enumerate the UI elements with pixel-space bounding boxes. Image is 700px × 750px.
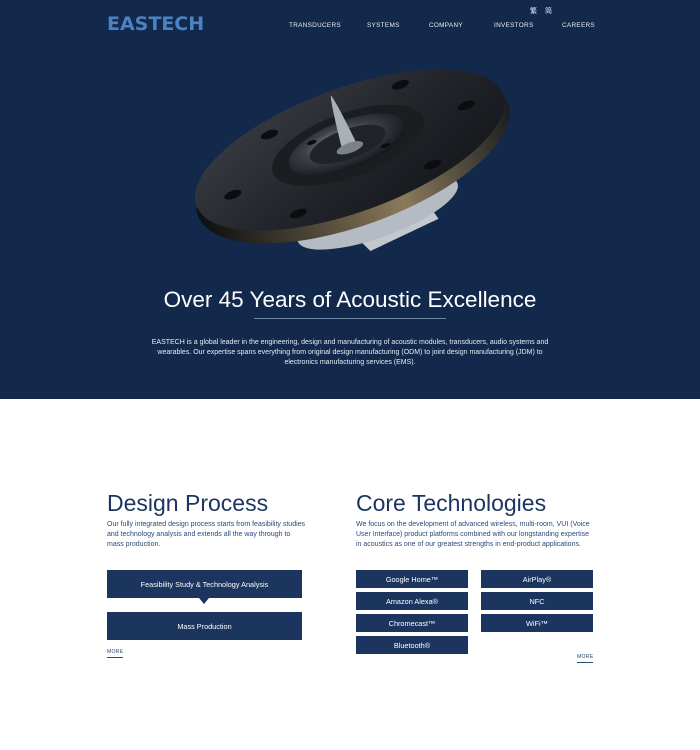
hero-headline: Over 45 Years of Acoustic Excellence (163, 287, 537, 312)
core-more-link[interactable]: MORE (577, 654, 594, 663)
wifi-button[interactable]: WiFi™ (481, 614, 593, 632)
feasibility-study-button[interactable]: Feasibility Study & Technology Analysis (107, 570, 302, 598)
airplay-button[interactable]: AirPlay® (481, 570, 593, 588)
amazon-alexa-button[interactable]: Amazon Alexa® (356, 592, 468, 610)
design-process-title: Design Process (107, 490, 269, 516)
nfc-button[interactable]: NFC (481, 592, 593, 610)
bluetooth-button[interactable]: Bluetooth® (356, 636, 468, 654)
hero-intro-text: EASTECH is a global leader in the engine… (151, 339, 549, 366)
nav-systems[interactable]: SYSTEMS (367, 22, 400, 29)
mass-production-button[interactable]: Mass Production (107, 612, 302, 640)
core-technologies-text: We focus on the development of advanced … (356, 521, 590, 548)
google-home-button[interactable]: Google Home™ (356, 570, 468, 588)
nav-transducers[interactable]: TRANSDUCERS (289, 22, 341, 29)
lang-simplified-chinese[interactable]: 简 (545, 6, 552, 16)
design-process-text: Our fully integrated design process star… (107, 521, 306, 548)
chromecast-button[interactable]: Chromecast™ (356, 614, 468, 632)
nav-investors[interactable]: INVESTORS (494, 22, 534, 29)
step-arrow (199, 598, 209, 604)
nav-company[interactable]: COMPANY (429, 22, 463, 29)
headline-underline (254, 318, 446, 319)
tweeter-product-image (195, 69, 510, 252)
design-more-link[interactable]: MORE (107, 649, 124, 658)
lang-traditional-chinese[interactable]: 繁 (530, 6, 537, 16)
hero-section: EASTECH 繁 简 TRANSDUCERS SYSTEMS COMPANY … (0, 0, 700, 399)
eastech-logo[interactable]: EASTECH (107, 13, 204, 35)
nav-careers[interactable]: CAREERS (562, 22, 595, 29)
core-technologies-title: Core Technologies (356, 490, 547, 516)
